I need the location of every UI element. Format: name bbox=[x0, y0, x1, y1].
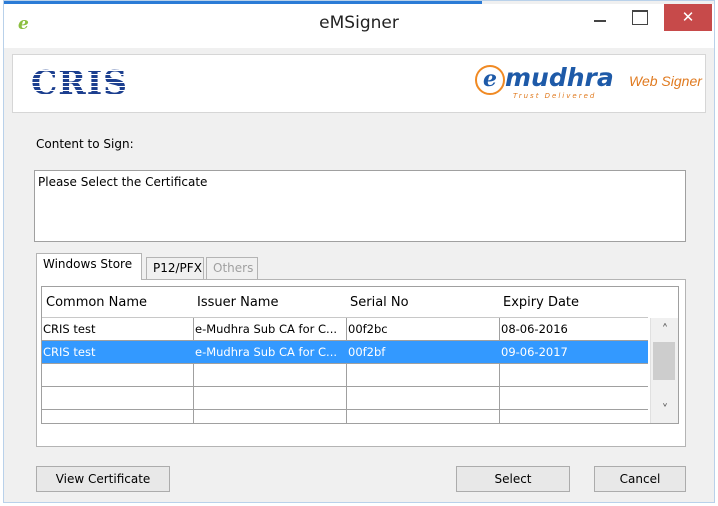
emudhra-logo: e mudhra Trust Delivered Web Signer bbox=[475, 63, 703, 105]
logo-banner: CRIS e mudhra Trust Delivered Web Signer bbox=[12, 54, 706, 113]
column-header-issuer-name[interactable]: Issuer Name bbox=[193, 287, 346, 318]
cell-serial-no: 00f2bf bbox=[347, 341, 500, 363]
certificate-table: Common Name Issuer Name Serial No Expiry… bbox=[41, 286, 679, 424]
title-bar[interactable]: e eMSigner ✕ bbox=[4, 4, 714, 48]
empty-cell bbox=[194, 364, 347, 386]
empty-cell bbox=[347, 364, 500, 386]
tab-p12-pfx[interactable]: P12/PFX bbox=[146, 257, 204, 281]
table-row-selected[interactable]: CRIS test e-Mudhra Sub CA for C... 00f2b… bbox=[42, 341, 648, 364]
cancel-button[interactable]: Cancel bbox=[594, 466, 686, 492]
cell-expiry-date: 08-06-2016 bbox=[501, 322, 568, 336]
select-button[interactable]: Select bbox=[456, 466, 570, 492]
column-header-expiry-date[interactable]: Expiry Date bbox=[499, 287, 648, 318]
scroll-up-icon[interactable]: ˄ bbox=[651, 322, 678, 340]
table-row-empty[interactable] bbox=[42, 387, 648, 410]
empty-cell bbox=[194, 410, 347, 423]
table-header: Common Name Issuer Name Serial No Expiry… bbox=[42, 287, 648, 318]
table-vertical-scrollbar[interactable]: ˄ ˅ bbox=[650, 318, 678, 423]
empty-cell bbox=[42, 387, 194, 409]
cell-common-name: CRIS test bbox=[42, 341, 194, 363]
content-to-sign-label: Content to Sign: bbox=[36, 137, 134, 151]
content-to-sign-field[interactable]: Please Select the Certificate bbox=[34, 170, 686, 242]
cell-issuer-name: e-Mudhra Sub CA for C... bbox=[194, 318, 347, 340]
scroll-thumb[interactable] bbox=[653, 342, 675, 380]
empty-cell bbox=[500, 364, 648, 386]
web-signer-label: Web Signer bbox=[629, 73, 702, 89]
view-certificate-button[interactable]: View Certificate bbox=[36, 466, 170, 492]
cell-expiry-date: 09-06-2017 bbox=[501, 345, 568, 359]
column-header-common-name[interactable]: Common Name bbox=[42, 287, 193, 318]
minimize-button[interactable] bbox=[580, 4, 620, 31]
empty-cell bbox=[42, 364, 194, 386]
cell-common-name: CRIS test bbox=[42, 318, 194, 340]
table-row-empty[interactable] bbox=[42, 410, 648, 423]
empty-cell bbox=[347, 387, 500, 409]
empty-cell bbox=[194, 387, 347, 409]
scroll-down-icon[interactable]: ˅ bbox=[651, 402, 678, 420]
emudhra-e-mark: e bbox=[475, 65, 505, 95]
table-row[interactable]: CRIS test e-Mudhra Sub CA for C... 00f2b… bbox=[42, 318, 648, 341]
close-button[interactable]: ✕ bbox=[664, 4, 712, 31]
empty-cell bbox=[347, 410, 500, 423]
empty-cell bbox=[42, 410, 194, 423]
certificate-tab-panel: Common Name Issuer Name Serial No Expiry… bbox=[36, 279, 686, 447]
close-icon: ✕ bbox=[681, 8, 695, 26]
cell-issuer-name: e-Mudhra Sub CA for C... bbox=[194, 341, 347, 363]
cell-serial-no: 00f2bc bbox=[347, 318, 500, 340]
emsigner-window: e eMSigner ✕ CRIS e mudhra Trust Deliver… bbox=[3, 0, 715, 503]
cris-logo: CRIS bbox=[31, 63, 128, 102]
table-row-empty[interactable] bbox=[42, 364, 648, 387]
emudhra-tagline: Trust Delivered bbox=[513, 92, 597, 100]
column-header-serial-no[interactable]: Serial No bbox=[346, 287, 499, 318]
emudhra-name: mudhra bbox=[505, 63, 614, 92]
maximize-button[interactable] bbox=[622, 4, 658, 31]
tab-windows-store[interactable]: Windows Store bbox=[36, 253, 142, 280]
tab-others: Others bbox=[206, 257, 258, 281]
empty-cell bbox=[500, 410, 648, 423]
empty-cell bbox=[500, 387, 648, 409]
